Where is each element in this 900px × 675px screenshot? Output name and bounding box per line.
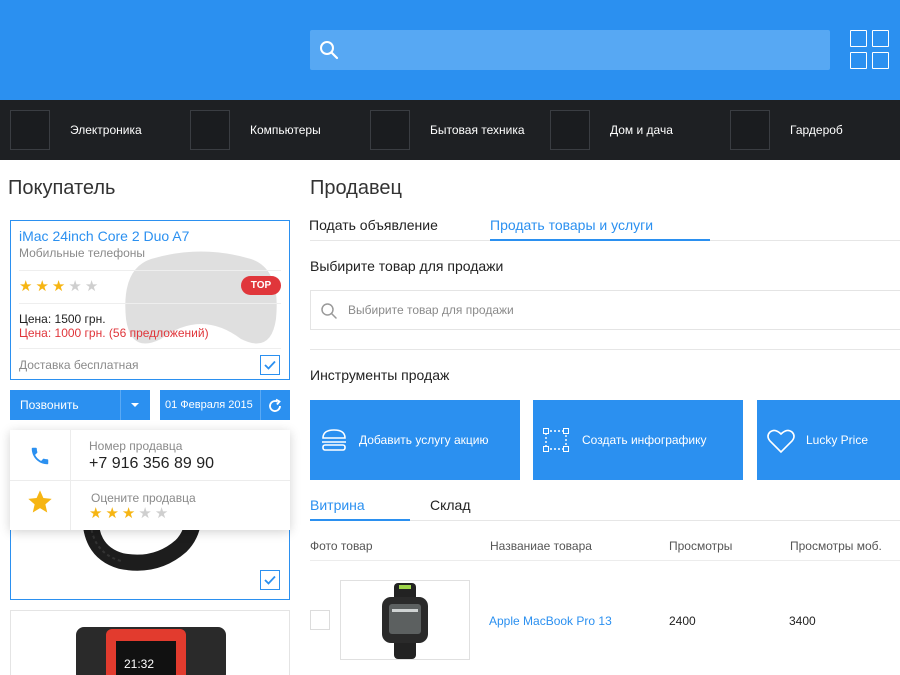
star-icon[interactable]: ★ xyxy=(122,505,138,522)
star-icon: ★ xyxy=(68,278,85,295)
category-nav: Электроника Компьютеры Бытовая техника Д… xyxy=(0,100,900,160)
star-icon: ★ xyxy=(35,278,52,295)
check-icon xyxy=(264,575,276,585)
call-button-label: Позвонить xyxy=(20,398,79,412)
choose-product-field[interactable] xyxy=(310,290,900,330)
star-icon[interactable]: ★ xyxy=(89,505,105,522)
category-icon xyxy=(190,110,230,150)
heart-icon xyxy=(767,429,795,454)
divider xyxy=(10,480,290,481)
nav-item-label: Бытовая техника xyxy=(430,123,525,137)
star-icon: ★ xyxy=(51,278,69,295)
button-divider xyxy=(120,390,121,420)
search-icon xyxy=(321,303,337,319)
seller-heading: Продавец xyxy=(310,177,402,199)
column-header-photo: Фото товар xyxy=(310,539,373,553)
phone-icon xyxy=(31,447,49,465)
chevron-down-icon[interactable] xyxy=(131,403,139,407)
star-icon xyxy=(28,490,52,513)
create-infographic-button[interactable]: Создать инфографику xyxy=(533,400,743,480)
category-icon xyxy=(10,110,50,150)
column-header-name: Названиае товара xyxy=(490,539,592,553)
seller-rating[interactable]: ★★★★★ xyxy=(89,504,171,522)
star-icon[interactable]: ★ xyxy=(105,505,121,522)
column-header-mobile-views: Просмотры моб. xyxy=(790,539,882,553)
tab-showcase[interactable]: Витрина xyxy=(310,497,365,513)
call-button[interactable]: Позвонить xyxy=(10,390,150,420)
frame-icon xyxy=(543,428,569,452)
divider xyxy=(19,303,281,304)
product-card[interactable]: iMac 24inch Core 2 Duo A7 Мобильные теле… xyxy=(10,220,290,380)
date-label: 01 Февраля 2015 xyxy=(165,399,253,411)
tool-label: Добавить услугу акцию xyxy=(359,433,489,447)
check-icon xyxy=(264,360,276,370)
apps-grid-button[interactable] xyxy=(850,30,890,70)
product-name-link[interactable]: Apple MacBook Pro 13 xyxy=(489,614,612,628)
refresh-icon[interactable] xyxy=(266,397,284,415)
nav-item-wardrobe[interactable]: Гардероб xyxy=(730,100,900,160)
phone-number[interactable]: +7 916 356 89 90 xyxy=(89,455,214,473)
seller-contact-popup: Номер продавца +7 916 356 89 90 Оцените … xyxy=(10,430,290,530)
delivery-note: Доставка бесплатная xyxy=(19,358,139,372)
category-icon xyxy=(370,110,410,150)
nav-item-appliances[interactable]: Бытовая техника xyxy=(370,100,540,160)
tool-label: Создать инфографику xyxy=(582,433,707,447)
sales-tools-label: Инструменты продаж xyxy=(310,367,450,383)
nav-item-label: Гардероб xyxy=(790,123,843,137)
nav-item-label: Компьютеры xyxy=(250,123,321,137)
product-checkbox[interactable] xyxy=(260,355,280,375)
views-count: 2400 xyxy=(669,614,696,628)
nav-item-home-garden[interactable]: Дом и дача xyxy=(550,100,720,160)
product-offers-price[interactable]: Цена: 1000 грн. (56 предложений) xyxy=(19,326,209,340)
category-icon xyxy=(550,110,590,150)
star-icon[interactable]: ★ xyxy=(138,505,154,522)
phone-label: Номер продавца xyxy=(89,439,183,453)
category-icon xyxy=(730,110,770,150)
tab-post-ad[interactable]: Подать объявление xyxy=(309,217,438,233)
top-bar xyxy=(0,0,900,100)
burger-icon xyxy=(322,429,346,451)
divider xyxy=(19,348,281,349)
choose-product-input[interactable] xyxy=(348,303,868,317)
button-divider xyxy=(260,390,261,420)
product-checkbox[interactable] xyxy=(260,570,280,590)
product-card[interactable]: 21:32 xyxy=(10,610,290,675)
search-icon xyxy=(320,41,339,60)
search-bar[interactable] xyxy=(310,30,830,70)
add-promo-button[interactable]: Добавить услугу акцию xyxy=(310,400,520,480)
active-tab-indicator xyxy=(310,519,410,521)
product-thumbnail[interactable] xyxy=(340,580,470,660)
date-button[interactable]: 01 Февраля 2015 xyxy=(160,390,290,420)
lucky-price-button[interactable]: Lucky Price xyxy=(757,400,900,480)
choose-product-label: Выбирите товар для продажи xyxy=(310,258,504,274)
row-checkbox[interactable] xyxy=(310,610,330,630)
nav-item-label: Электроника xyxy=(70,123,142,137)
watch-time: 21:32 xyxy=(124,657,155,671)
active-tab-indicator xyxy=(490,239,710,241)
product-rating: ★★★★★ xyxy=(19,277,101,295)
table-header-divider xyxy=(310,560,900,561)
product-category: Мобильные телефоны xyxy=(19,246,146,260)
divider xyxy=(19,270,281,271)
nav-item-computers[interactable]: Компьютеры xyxy=(190,100,360,160)
star-icon: ★ xyxy=(19,278,36,295)
mobile-views-count: 3400 xyxy=(789,614,816,628)
sport-watch-image xyxy=(382,583,428,659)
product-price: Цена: 1500 грн. xyxy=(19,312,106,326)
star-icon: ★ xyxy=(84,278,102,295)
top-badge: TOP xyxy=(241,276,281,295)
product-title[interactable]: iMac 24inch Core 2 Duo A7 xyxy=(19,228,189,244)
tab-warehouse[interactable]: Склад xyxy=(430,497,471,513)
tool-label: Lucky Price xyxy=(806,433,869,447)
rate-seller-label: Оцените продавца xyxy=(91,491,196,505)
buyer-heading: Покупатель xyxy=(8,177,116,199)
nav-item-electronics[interactable]: Электроника xyxy=(10,100,180,160)
star-icon[interactable]: ★ xyxy=(155,505,171,522)
divider xyxy=(310,349,900,350)
column-header-views: Просмотры xyxy=(669,539,733,553)
nav-item-label: Дом и дача xyxy=(610,123,673,137)
tab-sell-goods[interactable]: Продать товары и услуги xyxy=(490,217,653,233)
